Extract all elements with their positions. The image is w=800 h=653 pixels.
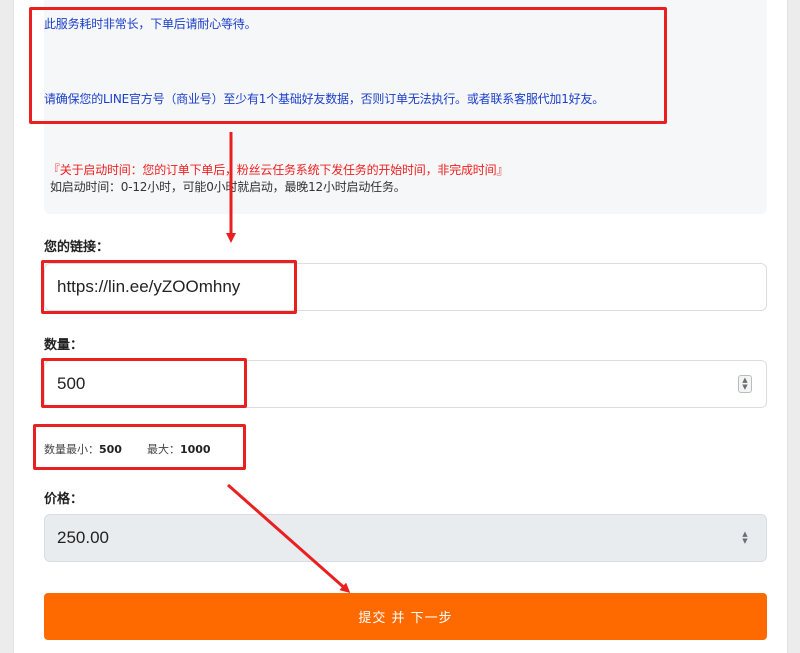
price-label: 价格： [44,492,84,507]
quantity-max-label: 最大： [146,443,180,456]
link-input[interactable]: https://lin.ee/yZOOmhny [44,263,767,311]
quantity-limits: 数量最小：500 最大：1000 [44,441,211,457]
quantity-min-value: 500 [99,443,122,456]
notice-duration-text: 此服务耗时非常长，下单后请耐心等待。 [44,17,257,31]
link-input-value: https://lin.ee/yZOOmhny [57,277,241,296]
notice-line-account-text: 请确保您的LINE官方号（商业号）至少有1个基础好友数据，否则订单无法执行。或者… [44,92,605,106]
quantity-max-value: 1000 [179,443,211,456]
price-input: 250.00 ▲ ▼ [44,514,767,562]
quantity-min-label: 数量最小： [44,443,99,456]
quantity-stepper-icon[interactable]: ▲ ▼ [738,375,752,393]
quantity-input[interactable]: 500 ▲ ▼ [44,360,767,408]
notice-start-time-title: 『关于启动时间：您的订单下单后，粉丝云任务系统下发任务的开始时间，非完成时间』 [48,163,509,177]
link-label: 您的链接： [44,240,110,255]
notice-start-time-example: 如启动时间：0-12小时，可能0小时就启动，最晚12小时启动任务。 [50,180,406,194]
price-input-value: 250.00 [57,528,109,547]
submit-next-button[interactable]: 提交 并 下一步 [44,593,767,640]
price-stepper-icon: ▲ ▼ [742,530,748,545]
quantity-label: 数量： [44,338,84,353]
quantity-input-value: 500 [57,374,86,393]
